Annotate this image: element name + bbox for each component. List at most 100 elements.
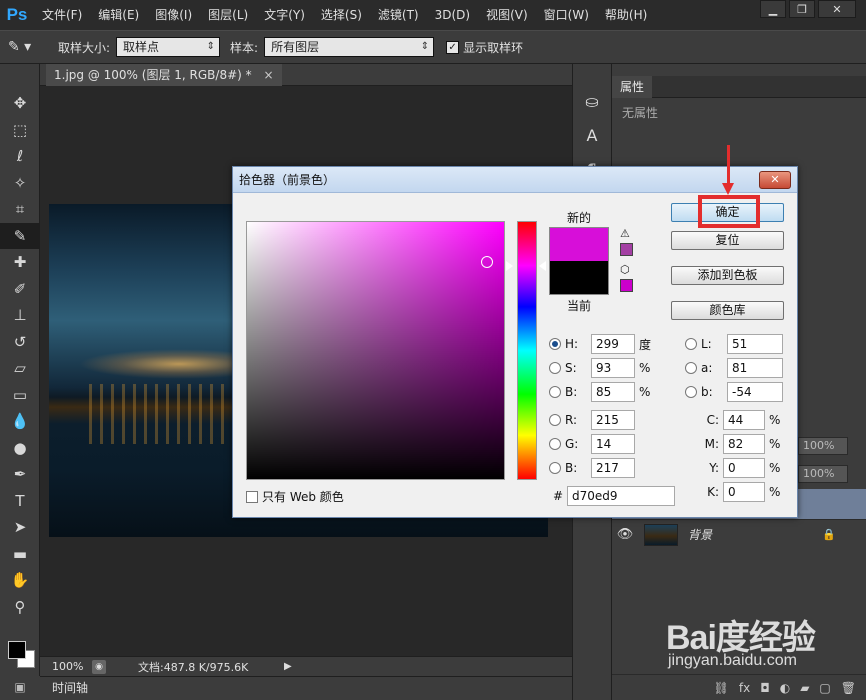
- ok-highlight-annotation: [698, 195, 760, 228]
- lab-a-row: a: 81: [685, 358, 783, 378]
- close-window-button[interactable]: ✕: [818, 0, 856, 18]
- brightness-radio[interactable]: [549, 386, 561, 398]
- healing-brush-tool-icon[interactable]: ✚: [0, 249, 40, 276]
- saturation-field[interactable]: 93: [591, 358, 635, 378]
- magenta-field[interactable]: 82: [723, 434, 765, 454]
- green-radio[interactable]: [549, 438, 561, 450]
- lab-a-radio[interactable]: [685, 362, 697, 374]
- eyedropper-tool-icon[interactable]: ✎: [0, 222, 40, 249]
- brush-tool-icon[interactable]: ✐: [0, 276, 40, 303]
- hue-field[interactable]: 299: [591, 334, 635, 354]
- minimize-button[interactable]: ▁: [760, 0, 786, 18]
- hue-radio[interactable]: [549, 338, 561, 350]
- dodge-tool-icon[interactable]: ●: [0, 435, 40, 462]
- black-field[interactable]: 0: [723, 482, 765, 502]
- blue-radio[interactable]: [549, 462, 561, 474]
- marquee-tool-icon[interactable]: ⬚: [0, 117, 40, 144]
- yellow-field[interactable]: 0: [723, 458, 765, 478]
- cyan-unit: %: [769, 413, 781, 427]
- move-tool-icon[interactable]: ✥: [0, 90, 40, 117]
- saturation-radio[interactable]: [549, 362, 561, 374]
- hue-slider-right-arrow[interactable]: [539, 261, 546, 271]
- menu-type[interactable]: 文字(Y): [256, 0, 313, 30]
- blur-tool-icon[interactable]: 💧: [0, 408, 40, 435]
- menu-3d[interactable]: 3D(D): [427, 0, 478, 30]
- current-color-swatch[interactable]: [549, 261, 609, 295]
- layer-row[interactable]: 👁 背景 🔒: [612, 519, 866, 549]
- red-field[interactable]: 215: [591, 410, 635, 430]
- blue-field[interactable]: 217: [591, 458, 635, 478]
- close-tab-icon[interactable]: ×: [263, 68, 273, 82]
- menu-window[interactable]: 窗口(W): [536, 0, 597, 30]
- menu-filter[interactable]: 滤镜(T): [370, 0, 427, 30]
- shape-tool-icon[interactable]: ▬: [0, 541, 40, 568]
- history-brush-tool-icon[interactable]: ↺: [0, 329, 40, 356]
- eyedropper-icon[interactable]: ✎ ▾: [8, 36, 48, 58]
- menu-select[interactable]: 选择(S): [313, 0, 370, 30]
- layer-fill-field[interactable]: 100%: [798, 465, 848, 483]
- tab-properties[interactable]: 属性: [612, 76, 653, 98]
- menu-help[interactable]: 帮助(H): [597, 0, 655, 30]
- black-label: K:: [707, 485, 719, 499]
- clone-stamp-tool-icon[interactable]: ⊥: [0, 302, 40, 329]
- show-ring-checkbox[interactable]: ✓: [446, 40, 460, 54]
- cyan-field[interactable]: 44: [723, 410, 765, 430]
- add-to-swatches-button[interactable]: 添加到色板: [671, 266, 784, 285]
- status-info-icon[interactable]: ◉: [92, 659, 106, 674]
- character-panel-icon[interactable]: A: [573, 118, 611, 152]
- type-tool-icon[interactable]: T: [0, 488, 40, 515]
- crop-tool-icon[interactable]: ⌗: [0, 196, 40, 223]
- timeline-panel-tab[interactable]: 时间轴: [40, 676, 572, 700]
- color-libraries-button[interactable]: 颜色库: [671, 301, 784, 320]
- web-colors-only-option[interactable]: 只有 Web 颜色: [246, 488, 344, 505]
- photoshop-logo: Ps: [6, 5, 28, 24]
- menu-view[interactable]: 视图(V): [478, 0, 536, 30]
- eraser-tool-icon[interactable]: ▱: [0, 355, 40, 382]
- menu-layer[interactable]: 图层(L): [200, 0, 256, 30]
- document-tab[interactable]: 1.jpg @ 100% (图层 1, RGB/8#) * ×: [46, 64, 282, 86]
- lab-l-radio[interactable]: [685, 338, 697, 350]
- menu-file[interactable]: 文件(F): [34, 0, 90, 30]
- menu-edit[interactable]: 编辑(E): [90, 0, 147, 30]
- lab-b-field[interactable]: -54: [727, 382, 783, 402]
- lasso-tool-icon[interactable]: ℓ: [0, 143, 40, 170]
- maximize-button[interactable]: ❐: [789, 0, 815, 18]
- gradient-tool-icon[interactable]: ▭: [0, 382, 40, 409]
- foreground-color-swatch[interactable]: [8, 641, 26, 659]
- hue-slider[interactable]: [517, 221, 537, 480]
- menu-bar: Ps 文件(F) 编辑(E) 图像(I) 图层(L) 文字(Y) 选择(S) 滤…: [0, 0, 866, 30]
- dialog-close-button[interactable]: ✕: [759, 171, 791, 189]
- gamut-color-swatch[interactable]: [620, 243, 633, 256]
- history-panel-icon[interactable]: ⛀: [573, 84, 611, 118]
- web-safe-cube-icon[interactable]: ⬡: [620, 263, 630, 276]
- green-field[interactable]: 14: [591, 434, 635, 454]
- hue-slider-left-arrow[interactable]: [506, 261, 513, 271]
- pen-tool-icon[interactable]: ✒: [0, 461, 40, 488]
- layer-opacity-field[interactable]: 100%: [798, 437, 848, 455]
- out-of-gamut-warning-icon[interactable]: ⚠: [620, 227, 630, 240]
- zoom-level[interactable]: 100%: [40, 660, 92, 673]
- color-field[interactable]: [246, 221, 505, 480]
- sample-size-select[interactable]: 取样点: [116, 37, 221, 57]
- lab-l-field[interactable]: 51: [727, 334, 783, 354]
- status-bar: 100% ◉ 文档:487.8 K/975.6K ▶: [40, 656, 572, 676]
- hand-tool-icon[interactable]: ✋: [0, 567, 40, 594]
- lab-b-radio[interactable]: [685, 386, 697, 398]
- lab-a-field[interactable]: 81: [727, 358, 783, 378]
- magic-wand-tool-icon[interactable]: ✧: [0, 170, 40, 197]
- document-tab-bar: 1.jpg @ 100% (图层 1, RGB/8#) * ×: [40, 64, 572, 86]
- zoom-tool-icon[interactable]: ⚲: [0, 594, 40, 621]
- web-colors-checkbox[interactable]: [246, 490, 258, 503]
- menu-image[interactable]: 图像(I): [147, 0, 200, 30]
- visibility-eye-icon[interactable]: 👁: [612, 527, 638, 542]
- status-menu-arrow-icon[interactable]: ▶: [284, 661, 298, 672]
- brightness-field[interactable]: 85: [591, 382, 635, 402]
- color-field-marker[interactable]: [481, 256, 493, 268]
- web-safe-color-swatch[interactable]: [620, 279, 633, 292]
- red-radio[interactable]: [549, 414, 561, 426]
- path-selection-tool-icon[interactable]: ➤: [0, 514, 40, 541]
- hex-field[interactable]: d70ed9: [567, 486, 675, 506]
- reset-button[interactable]: 复位: [671, 231, 784, 250]
- sample-layers-select[interactable]: 所有图层: [264, 37, 435, 57]
- screen-mode-icon[interactable]: ▣: [0, 676, 40, 700]
